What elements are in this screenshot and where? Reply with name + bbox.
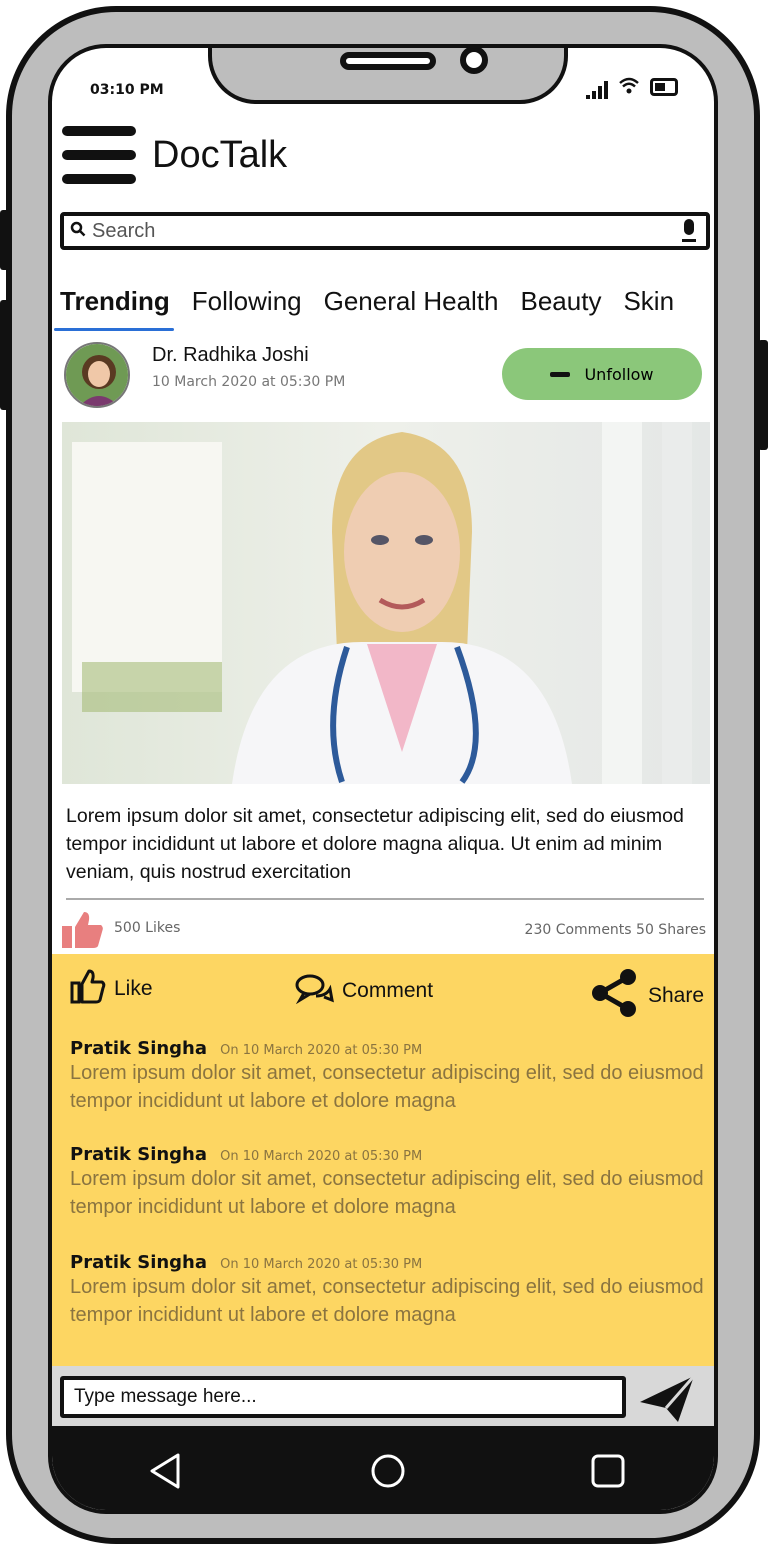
comment-text: Lorem ipsum dolor sit amet, consectetur … — [70, 1062, 704, 1112]
author-name[interactable]: Dr. Radhika Joshi — [152, 344, 309, 367]
tab-general-health[interactable]: General Health — [324, 286, 499, 317]
divider — [66, 898, 704, 900]
microphone-icon[interactable] — [680, 219, 698, 243]
thumbs-up-icon — [62, 910, 104, 952]
comments-shares-count: 230 Comments 50 Shares — [524, 922, 706, 938]
search-icon — [70, 221, 86, 242]
tab-trending[interactable]: Trending — [54, 286, 174, 331]
system-nav-bar — [52, 1426, 714, 1510]
comment-icon — [294, 972, 334, 1010]
search-input[interactable] — [86, 219, 680, 243]
share-button[interactable]: Share — [590, 968, 704, 1024]
like-outline-icon — [70, 968, 106, 1010]
message-input[interactable] — [60, 1376, 626, 1418]
post-date: 10 March 2020 at 05:30 PM — [152, 374, 346, 390]
post-image[interactable] — [62, 422, 710, 784]
comment-author[interactable]: Pratik Singha — [70, 1038, 207, 1059]
author-avatar[interactable] — [64, 342, 130, 408]
like-button[interactable]: Like — [70, 968, 153, 1010]
post-text: Lorem ipsum dolor sit amet, consectetur … — [66, 805, 684, 883]
share-label: Share — [648, 984, 705, 1007]
tab-beauty[interactable]: Beauty — [521, 286, 602, 317]
front-camera — [460, 48, 488, 74]
share-icon — [590, 968, 640, 1024]
status-icons — [586, 76, 678, 99]
send-icon[interactable] — [636, 1372, 700, 1426]
comment-author[interactable]: Pratik Singha — [70, 1252, 207, 1273]
comment-button[interactable]: Comment — [294, 972, 433, 1010]
app-title: DocTalk — [152, 134, 288, 176]
status-time: 03:10 PM — [90, 82, 164, 98]
back-icon[interactable] — [136, 1444, 196, 1498]
notch — [208, 48, 568, 104]
side-button — [758, 340, 768, 450]
comment-item: Pratik Singha On 10 March 2020 at 05:30 … — [70, 1252, 710, 1329]
wifi-icon — [618, 76, 640, 99]
home-icon[interactable] — [358, 1444, 418, 1498]
message-bar — [52, 1366, 714, 1426]
comment-item: Pratik Singha On 10 March 2020 at 05:30 … — [70, 1038, 710, 1115]
like-label: Like — [114, 977, 153, 1000]
phone-screen: 03:10 PM DocTalk Trending Following Gene… — [48, 44, 718, 1514]
unfollow-button[interactable]: Unfollow — [502, 348, 702, 400]
speaker — [340, 52, 436, 70]
likes-count: 500 Likes — [114, 920, 181, 936]
category-tabs: Trending Following General Health Beauty… — [54, 286, 674, 331]
comment-label: Comment — [342, 979, 434, 1002]
comment-author[interactable]: Pratik Singha — [70, 1144, 207, 1165]
post-stats: 500 Likes 230 Comments 50 Shares — [62, 906, 712, 950]
tab-skin[interactable]: Skin — [623, 286, 674, 317]
post-actions: Like Comment Share — [70, 968, 706, 1017]
app-header: DocTalk — [62, 126, 702, 190]
comment-date: On 10 March 2020 at 05:30 PM — [220, 1257, 423, 1272]
minus-icon — [550, 371, 571, 377]
side-button — [0, 300, 10, 410]
unfollow-label: Unfollow — [584, 364, 654, 384]
comment-date: On 10 March 2020 at 05:30 PM — [220, 1149, 423, 1164]
recents-icon[interactable] — [578, 1444, 638, 1498]
comment-text: Lorem ipsum dolor sit amet, consectetur … — [70, 1276, 704, 1326]
tab-following[interactable]: Following — [192, 286, 302, 317]
signal-icon — [586, 79, 608, 99]
post-author-row: Dr. Radhika Joshi 10 March 2020 at 05:30… — [64, 338, 704, 412]
search-bar — [60, 212, 710, 250]
comment-item: Pratik Singha On 10 March 2020 at 05:30 … — [70, 1144, 710, 1221]
comment-date: On 10 March 2020 at 05:30 PM — [220, 1043, 423, 1058]
side-button — [0, 210, 10, 270]
comment-text: Lorem ipsum dolor sit amet, consectetur … — [70, 1168, 704, 1218]
comments-panel: Like Comment Share Pratik Singha On 10 M… — [52, 954, 714, 1366]
menu-icon[interactable] — [62, 126, 136, 190]
battery-icon — [650, 78, 678, 96]
